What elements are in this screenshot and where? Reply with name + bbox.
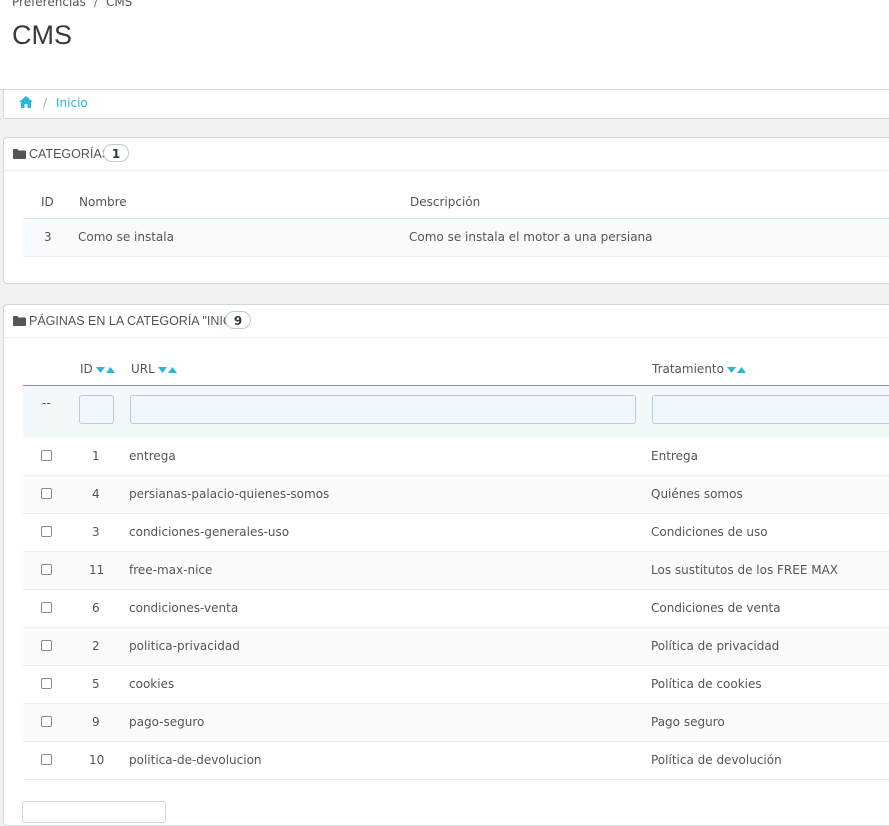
sort-asc-icon[interactable] xyxy=(736,367,746,373)
column-header-name: Nombre xyxy=(79,195,127,209)
column-header-treatment-label: Tratamiento xyxy=(652,362,724,376)
cell-id: 10 xyxy=(89,753,105,767)
cell-url: free-max-nice xyxy=(129,563,213,577)
table-row[interactable]: 4 persianas-palacio-quienes-somos Quiéne… xyxy=(23,476,889,514)
column-header-url: URL xyxy=(131,362,177,377)
row-checkbox[interactable] xyxy=(41,678,52,689)
bulk-actions-button[interactable] xyxy=(22,801,166,823)
column-header-description: Descripción xyxy=(410,195,481,209)
cell-id: 2 xyxy=(92,639,100,653)
column-header-treatment: Tratamiento xyxy=(652,362,746,377)
row-checkbox[interactable] xyxy=(41,716,52,727)
cell-treatment: Condiciones de uso xyxy=(651,525,768,539)
cell-url: pago-seguro xyxy=(129,715,205,729)
breadcrumb-separator: / xyxy=(93,0,98,9)
count-badge: 1 xyxy=(103,144,129,162)
row-checkbox[interactable] xyxy=(41,564,52,575)
cell-treatment: Política de devolución xyxy=(651,753,782,767)
cell-id: 6 xyxy=(92,601,100,615)
panel-title: PÁGINAS EN LA CATEGORÍA "INICIO" xyxy=(29,314,250,328)
category-breadcrumb: / Inicio xyxy=(3,90,889,119)
row-checkbox[interactable] xyxy=(41,640,52,651)
cell-treatment: Entrega xyxy=(651,449,698,463)
home-icon[interactable] xyxy=(19,96,33,108)
count-badge: 9 xyxy=(225,311,251,329)
cell-id: 5 xyxy=(92,677,100,691)
column-header-url-label: URL xyxy=(131,362,155,376)
column-header-id: ID xyxy=(41,195,54,209)
sort-asc-icon[interactable] xyxy=(105,367,115,373)
cell-id: 3 xyxy=(44,230,52,244)
cell-name: Como se instala xyxy=(78,230,174,244)
cell-id: 11 xyxy=(89,563,105,577)
cell-url: cookies xyxy=(129,677,175,691)
breadcrumb-item-preferencias[interactable]: Preferencias xyxy=(12,0,86,9)
cell-description: Como se instala el motor a una persiana xyxy=(409,230,653,244)
sort-asc-icon[interactable] xyxy=(167,367,177,373)
panel-heading: PÁGINAS EN LA CATEGORÍA "INICIO" 9 xyxy=(4,305,889,338)
page-header: Preferencias / CMS CMS xyxy=(0,0,889,90)
table-row[interactable]: 9 pago-seguro Pago seguro xyxy=(23,704,889,742)
cell-treatment: Política de cookies xyxy=(651,677,762,691)
table-row[interactable]: 11 free-max-nice Los sustitutos de los F… xyxy=(23,552,889,590)
page-title: CMS xyxy=(12,20,72,50)
pages-panel: PÁGINAS EN LA CATEGORÍA "INICIO" 9 ID UR… xyxy=(3,304,889,826)
cell-id: 1 xyxy=(92,449,100,463)
panel-heading: CATEGORÍAS 1 xyxy=(4,138,889,171)
cell-url: persianas-palacio-quienes-somos xyxy=(129,487,330,501)
row-checkbox[interactable] xyxy=(41,526,52,537)
id-filter-input[interactable] xyxy=(79,395,114,424)
table-row[interactable]: 5 cookies Política de cookies xyxy=(23,666,889,704)
table-row[interactable]: 3 Como se instala Como se instala el mot… xyxy=(23,219,889,257)
cell-url: politica-de-devolucion xyxy=(129,753,262,767)
filter-row: -- xyxy=(23,385,889,438)
cell-treatment: Los sustitutos de los FREE MAX xyxy=(651,563,839,577)
categories-panel: CATEGORÍAS 1 ID Nombre Descripción 3 Com… xyxy=(3,137,889,284)
breadcrumb-link-inicio[interactable]: Inicio xyxy=(56,96,88,110)
cell-treatment: Pago seguro xyxy=(651,715,725,729)
row-checkbox[interactable] xyxy=(41,754,52,765)
cell-id: 4 xyxy=(92,487,100,501)
table-row[interactable]: 10 politica-de-devolucion Política de de… xyxy=(23,742,889,780)
panel-title: CATEGORÍAS xyxy=(29,147,111,161)
cell-id: 9 xyxy=(92,715,100,729)
cell-url: condiciones-generales-uso xyxy=(129,525,290,539)
treatment-filter-input[interactable] xyxy=(652,395,889,424)
table-row[interactable]: 2 politica-privacidad Política de privac… xyxy=(23,628,889,666)
sort-desc-icon[interactable] xyxy=(726,367,736,373)
cell-treatment: Política de privacidad xyxy=(651,639,780,653)
url-filter-input[interactable] xyxy=(130,395,636,424)
column-header-id: ID xyxy=(80,362,115,377)
cell-url: politica-privacidad xyxy=(129,639,240,653)
folder-icon xyxy=(13,316,26,326)
cell-treatment: Condiciones de venta xyxy=(651,601,781,615)
row-checkbox[interactable] xyxy=(41,488,52,499)
cell-url: condiciones-venta xyxy=(129,601,239,615)
table-row[interactable]: 1 entrega Entrega xyxy=(23,438,889,476)
row-checkbox[interactable] xyxy=(41,602,52,613)
cell-id: 3 xyxy=(92,525,100,539)
filter-placeholder: -- xyxy=(42,396,51,410)
cell-url: entrega xyxy=(129,449,176,463)
breadcrumb: Preferencias / CMS xyxy=(12,0,132,9)
sort-desc-icon[interactable] xyxy=(157,367,167,373)
column-header-id-label: ID xyxy=(80,362,93,376)
cell-treatment: Quiénes somos xyxy=(651,487,743,501)
row-checkbox[interactable] xyxy=(41,450,52,461)
sort-desc-icon[interactable] xyxy=(95,367,105,373)
breadcrumb-separator: / xyxy=(43,96,48,110)
table-row[interactable]: 3 condiciones-generales-uso Condiciones … xyxy=(23,514,889,552)
breadcrumb-item-cms: CMS xyxy=(105,0,133,9)
table-row[interactable]: 6 condiciones-venta Condiciones de venta xyxy=(23,590,889,628)
folder-icon xyxy=(13,149,26,159)
